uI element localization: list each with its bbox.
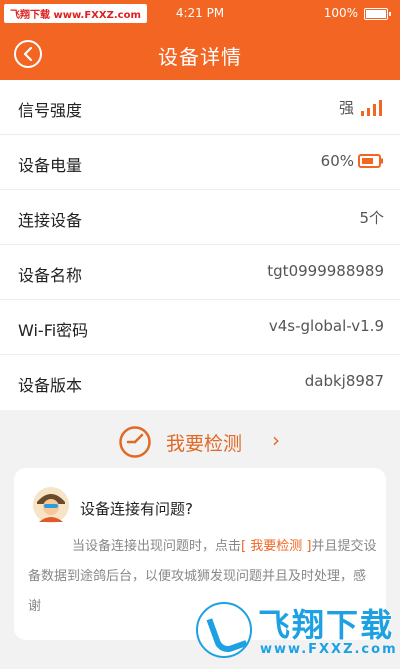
- brand-logo-icon: [196, 602, 252, 658]
- detail-row-wifi-password: Wi-Fi密码 v4s-global-v1.9: [0, 300, 400, 355]
- detail-row-device-name: 设备名称 tgt0999988989: [0, 245, 400, 300]
- brand-watermark: 飞翔下载 www.FXXZ.com: [196, 596, 400, 669]
- detail-label: 设备名称: [18, 266, 83, 285]
- battery-icon: [358, 154, 383, 168]
- detail-label: 设备版本: [18, 376, 83, 395]
- detail-row-version: 设备版本 dabkj8987: [0, 355, 400, 410]
- page-title: 设备详情: [158, 45, 242, 69]
- signal-bars-icon: [361, 100, 382, 116]
- check-button[interactable]: 我要检测 ›: [0, 418, 400, 464]
- detail-value: 60%: [320, 152, 354, 170]
- detail-value: tgt0999988989: [267, 262, 384, 280]
- chevron-right-icon: ›: [272, 428, 280, 452]
- help-text-before: 当设备连接出现问题时，点击: [72, 539, 242, 554]
- detail-value: dabkj8987: [304, 372, 384, 390]
- status-bar: 飞翔下载 www.FXXZ.com 4:21 PM 100%: [0, 0, 400, 28]
- brand-watermark-url: www.FXXZ.com: [260, 642, 398, 657]
- navbar: 设备详情: [0, 28, 400, 80]
- detail-value: 5个: [359, 209, 384, 227]
- detail-label: Wi-Fi密码: [18, 321, 89, 340]
- brand-watermark-name: 飞翔下载: [258, 606, 395, 644]
- detail-label: 信号强度: [18, 101, 83, 120]
- status-battery-icon: [364, 8, 391, 20]
- engineer-avatar-icon: [33, 487, 69, 523]
- device-detail-list: 信号强度 强 设备电量 60% 连接设备 5个 设备名称 tgt09999889…: [0, 80, 400, 410]
- status-battery-text: 100%: [323, 6, 358, 20]
- detail-value: 强: [338, 99, 354, 117]
- detail-label: 设备电量: [18, 156, 83, 175]
- detail-row-signal: 信号强度 强: [0, 80, 400, 135]
- detail-row-battery: 设备电量 60%: [0, 135, 400, 190]
- help-card-title: 设备连接有问题?: [80, 500, 193, 518]
- detail-value: v4s-global-v1.9: [268, 317, 384, 335]
- check-link-inline[interactable]: [ 我要检测 ]: [241, 539, 311, 554]
- detail-label: 连接设备: [18, 211, 83, 230]
- gauge-icon: [119, 426, 151, 458]
- check-label: 我要检测: [166, 433, 243, 455]
- detail-row-connected: 连接设备 5个: [0, 190, 400, 245]
